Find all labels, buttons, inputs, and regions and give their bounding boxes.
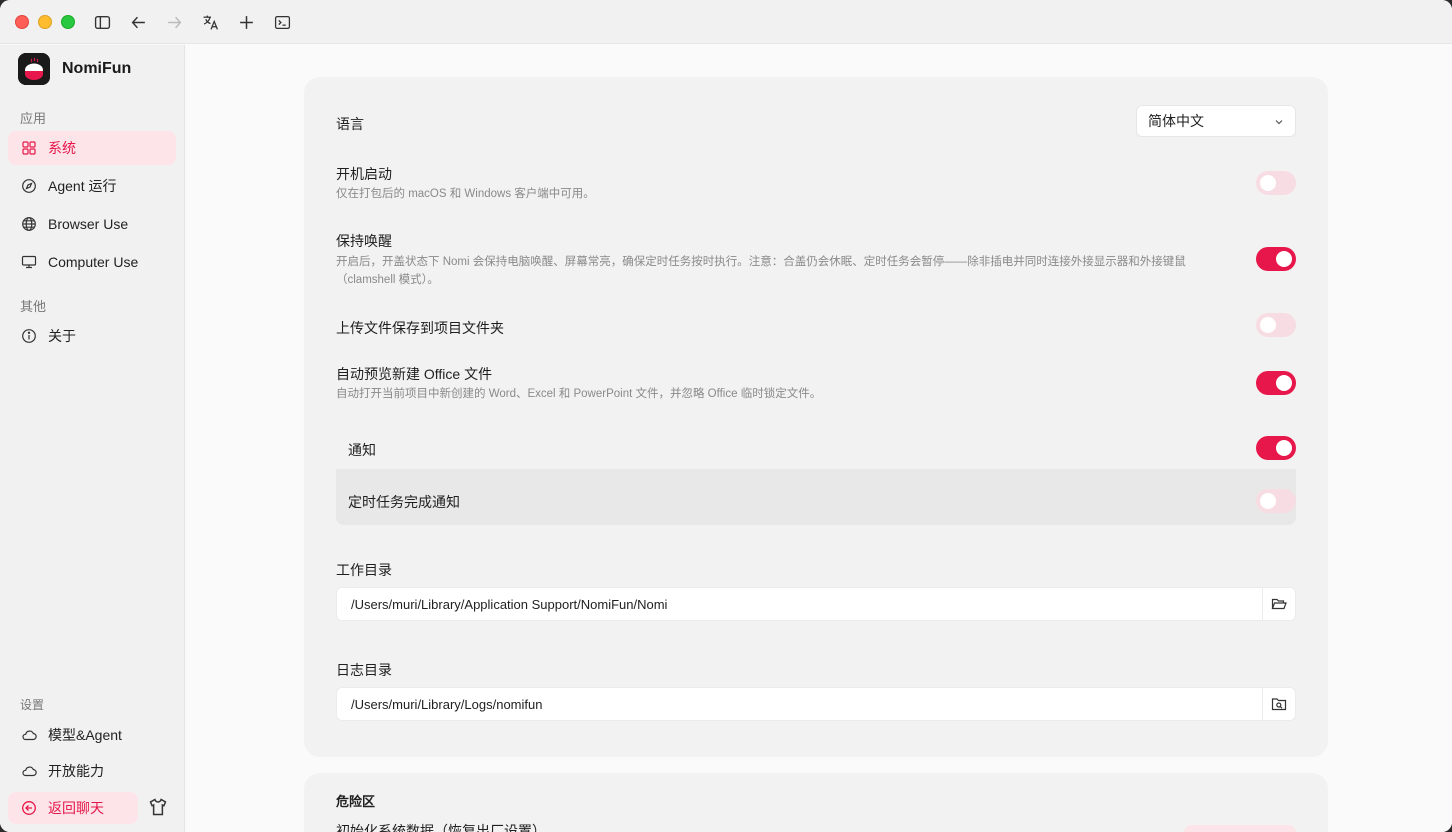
cloud-icon [22,766,37,777]
zoom-window-button[interactable] [61,15,75,29]
plus-icon[interactable] [235,11,257,33]
danger-zone-title: 危险区 [336,794,376,809]
nomifun-logo-icon [18,53,50,85]
cloud-icon [22,730,37,741]
sidebar-item-open-capabilities[interactable]: 开放能力 [8,754,176,788]
sidebar-item-agent-run[interactable]: Agent 运行 [8,169,176,203]
back-to-chat-label: 返回聊天 [48,800,104,816]
close-window-button[interactable] [15,15,29,29]
section-label-apps: 应用 [20,111,47,126]
arrow-left-circle-icon [22,801,36,815]
section-label-settings: 设置 [20,698,45,712]
minimize-window-button[interactable] [38,15,52,29]
autostart-desc: 仅在打包后的 macOS 和 Windows 客户端中可用。 [336,188,595,200]
language-select[interactable]: 简体中文 [1136,105,1296,137]
task-done-notify-label: 定时任务完成通知 [348,494,460,510]
section-label-other: 其他 [20,299,47,314]
sidebar-item-system[interactable]: 系统 [8,131,176,165]
factory-reset-label: 初始化系统数据（恢复出厂设置） [336,823,546,832]
work-dir-value: /Users/muri/Library/Application Support/… [351,597,668,612]
sidebar-item-label: Agent 运行 [48,178,117,194]
autostart-label: 开机启动 [336,166,392,182]
notifications-label: 通知 [348,442,376,458]
save-uploads-label: 上传文件保存到项目文件夹 [336,320,504,336]
factory-reset-button[interactable] [1184,825,1296,832]
app-name: NomiFun [62,60,132,77]
log-dir-field[interactable]: /Users/muri/Library/Logs/nomifun [336,687,1296,721]
back-to-chat-button[interactable]: 返回聊天 [8,792,138,824]
sidebar-item-about[interactable]: 关于 [8,319,176,353]
auto-preview-label: 自动预览新建 Office 文件 [336,366,493,382]
keep-awake-toggle[interactable] [1256,247,1296,271]
settings-card: 语言 简体中文 开机启动 仅在打包后的 macOS 和 Windows 客户端中… [304,77,1328,757]
language-value: 简体中文 [1148,113,1204,129]
translate-icon[interactable] [199,11,221,33]
sidebar-item-browser-use[interactable]: Browser Use [8,207,176,241]
task-done-notify-toggle[interactable] [1256,489,1296,513]
keep-awake-label: 保持唤醒 [336,233,392,249]
log-dir-label: 日志目录 [336,662,392,678]
keep-awake-desc: 开启后，开盖状态下 Nomi 会保持电脑唤醒、屏幕常亮，确保定时任务按时执行。注… [336,256,1186,286]
auto-preview-desc: 自动打开当前项目中新创建的 Word、Excel 和 PowerPoint 文件… [336,388,822,400]
back-arrow-icon[interactable] [127,11,149,33]
log-dir-value: /Users/muri/Library/Logs/nomifun [351,697,543,712]
sidebar-toggle-icon[interactable] [91,11,113,33]
work-dir-browse-button[interactable] [1262,588,1295,620]
auto-preview-toggle[interactable] [1256,371,1296,395]
title-bar [0,0,1452,44]
sidebar-item-label: 模型&Agent [48,727,122,743]
brand: NomiFun [18,53,131,85]
folder-open-icon [1271,598,1287,610]
chevron-down-icon [1275,120,1283,125]
monitor-icon [21,255,37,269]
notification-sub-settings [336,469,1296,525]
forward-arrow-icon[interactable] [163,11,185,33]
compass-icon [22,179,36,193]
autostart-toggle[interactable] [1256,171,1296,195]
work-dir-field[interactable]: /Users/muri/Library/Application Support/… [336,587,1296,621]
info-icon [22,329,36,343]
shirt-icon[interactable] [148,797,168,817]
grid-icon [22,141,36,155]
language-label: 语言 [336,116,364,132]
sidebar-item-computer-use[interactable]: Computer Use [8,245,176,279]
sidebar-item-model-agent[interactable]: 模型&Agent [8,718,176,752]
work-dir-label: 工作目录 [336,562,392,578]
sidebar-item-label: 关于 [48,328,76,344]
sidebar-item-label: Browser Use [48,216,129,232]
log-dir-browse-button[interactable] [1262,688,1295,720]
terminal-icon[interactable] [271,11,293,33]
sidebar-item-label: Computer Use [48,254,139,270]
save-uploads-toggle[interactable] [1256,313,1296,337]
danger-zone-card: 危险区 初始化系统数据（恢复出厂设置） [304,773,1328,832]
settings-main: 语言 简体中文 开机启动 仅在打包后的 macOS 和 Windows 客户端中… [186,45,1452,832]
globe-icon [22,217,36,231]
sidebar-item-label: 系统 [48,140,76,156]
notifications-toggle[interactable] [1256,436,1296,460]
sidebar: NomiFun 应用 系统 Agent 运行 Browser Use Compu… [0,45,185,832]
sidebar-item-label: 开放能力 [48,763,104,779]
app-window: NomiFun 应用 系统 Agent 运行 Browser Use Compu… [0,0,1452,832]
folder-search-icon [1271,698,1287,711]
